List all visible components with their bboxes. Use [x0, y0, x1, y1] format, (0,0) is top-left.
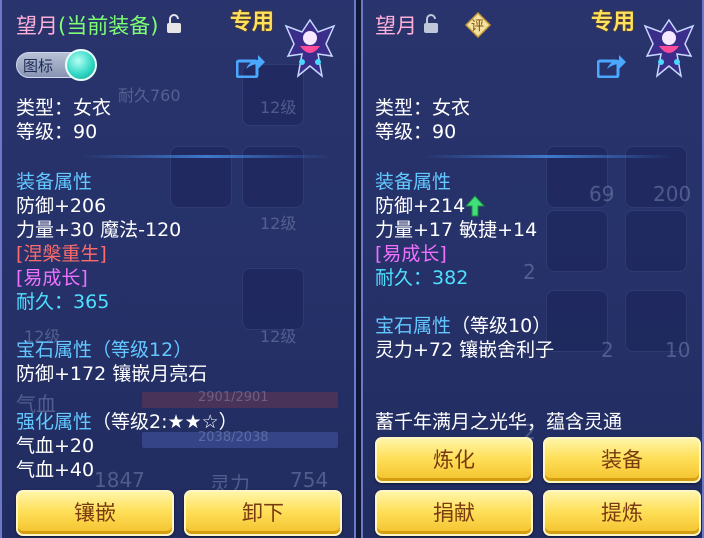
equip-status: (当前装备)	[58, 14, 159, 38]
item-name: 望月(当前装备)	[16, 10, 158, 40]
special-tag: 专用	[230, 10, 275, 35]
bg-slot	[625, 210, 687, 272]
enhance-line: 气血+20	[16, 435, 95, 457]
bg-number: 2	[523, 260, 536, 284]
eval-icon[interactable]: 评	[464, 11, 492, 39]
bg-level: 12级	[260, 98, 297, 117]
bg-number: 2	[601, 338, 614, 362]
item-description: 蓄千年满月之光华，蕴含灵通	[375, 411, 623, 433]
divider-line	[82, 155, 332, 158]
lock-icon[interactable]	[423, 14, 439, 34]
attr-line: 力量+17 敏捷+14	[375, 219, 538, 241]
equipment-panel-compare: 69 200 2 2 10 2 望月 评 专用 类型：女衣 等级：90 装备属性…	[361, 0, 704, 538]
arrow-up-icon	[465, 195, 485, 217]
inlay-button[interactable]: 镶嵌	[16, 490, 174, 536]
toggle-label: 图标	[23, 57, 54, 75]
enhance-title: 强化属性	[16, 411, 93, 433]
equip-attr-title: 装备属性	[375, 171, 452, 193]
bg-number: 10	[665, 338, 691, 362]
bg-number: 200	[653, 182, 692, 206]
bg-number: 754	[290, 468, 329, 492]
share-icon[interactable]	[597, 54, 627, 78]
icon-toggle[interactable]: 图标	[16, 49, 97, 81]
special-tag: 专用	[591, 10, 636, 35]
item-title: 望月	[16, 14, 58, 38]
unequip-button[interactable]: 卸下	[184, 490, 342, 536]
attr-line: 防御+206	[16, 195, 107, 217]
bg-number: 69	[589, 182, 615, 206]
durability: 耐久：365	[16, 290, 109, 314]
portrait-icon	[284, 18, 336, 78]
special-skill: [易成长]	[16, 267, 88, 289]
level-line: 等级：90	[375, 121, 457, 143]
refine-button[interactable]: 炼化	[375, 437, 533, 483]
gem-attr: 宝石属性（等级12）	[16, 338, 192, 362]
equip-button[interactable]: 装备	[543, 437, 701, 483]
equip-attr-title: 装备属性	[16, 171, 93, 193]
durability-label: 耐久：	[375, 267, 433, 289]
durability: 耐久：382	[375, 266, 468, 290]
toggle-knob[interactable]	[65, 49, 97, 81]
equipment-panel-current: 12级 12级 12级 12级 耐久760 2901/2901 2038/203…	[0, 0, 356, 538]
bg-slot	[546, 290, 608, 352]
bg-label: 耐久760	[118, 86, 181, 105]
portrait-icon	[643, 18, 695, 78]
gem-level: （等级10）	[451, 315, 552, 337]
bg-level: 12级	[260, 214, 297, 233]
gem-level: （等级12）	[92, 339, 193, 361]
gem-title: 宝石属性	[375, 315, 452, 337]
enhance-attr: 强化属性（等级2:★★☆）	[16, 410, 238, 434]
extract-button[interactable]: 提炼	[543, 490, 701, 536]
bg-hp-text: 2901/2901	[198, 390, 269, 405]
attr-line: 防御+214	[375, 195, 466, 217]
bg-slot	[546, 210, 608, 272]
bg-slot	[242, 268, 304, 330]
gem-line: 防御+172 镶嵌月亮石	[16, 363, 208, 385]
type-line: 类型：女衣	[375, 97, 471, 119]
item-name: 望月	[375, 14, 417, 38]
bg-level: 12级	[260, 327, 297, 346]
enhance-line: 气血+40	[16, 459, 95, 481]
gem-attr: 宝石属性（等级10）	[375, 314, 551, 338]
share-icon[interactable]	[236, 54, 266, 78]
divider-line	[423, 155, 673, 158]
enhance-level: （等级2:★★☆）	[92, 411, 238, 433]
level-line: 等级：90	[16, 121, 98, 143]
attr-line: 力量+30 魔法-120	[16, 219, 182, 241]
donate-button[interactable]: 捐献	[375, 490, 533, 536]
lock-icon[interactable]	[166, 14, 182, 34]
eval-label: 评	[471, 19, 485, 34]
gem-line: 灵力+72 镶嵌舍利子	[375, 339, 555, 361]
type-line: 类型：女衣	[16, 97, 112, 119]
bg-number: 1847	[94, 468, 145, 492]
special-effect: [涅槃重生]	[16, 243, 107, 265]
durability-value: 365	[73, 291, 110, 313]
gem-title: 宝石属性	[16, 339, 93, 361]
durability-value: 382	[432, 267, 469, 289]
durability-label: 耐久：	[16, 291, 74, 313]
special-skill: [易成长]	[375, 243, 447, 265]
